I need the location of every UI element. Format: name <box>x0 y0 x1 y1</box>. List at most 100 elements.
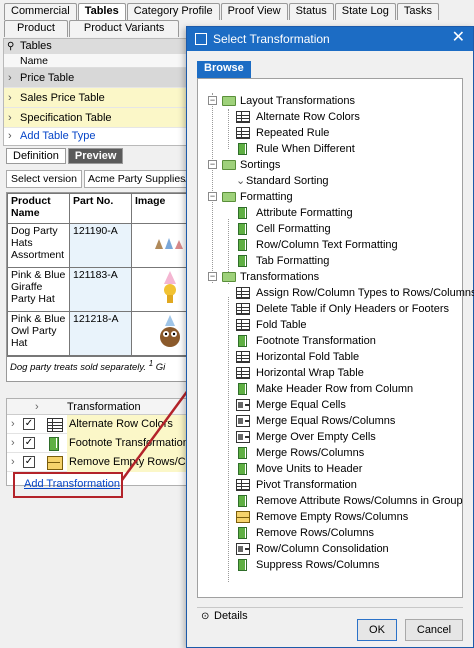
collapse-icon[interactable]: − <box>208 192 217 201</box>
tab-proof-view[interactable]: Proof View <box>220 3 288 20</box>
close-icon[interactable]: ✕ <box>452 29 465 47</box>
tab-preview[interactable]: Preview <box>67 148 124 164</box>
select-transformation-dialog: Select Transformation ✕ Browse − Layout … <box>186 26 474 648</box>
version-select[interactable]: Acme Party Supplies/E <box>83 170 189 188</box>
expand-icon[interactable]: › <box>11 437 15 449</box>
transformation-pivot[interactable]: Pivot Transformation <box>226 477 456 493</box>
dog-hats-image <box>131 223 188 268</box>
transformation-horizontal-fold-table[interactable]: Horizontal Fold Table <box>226 349 456 365</box>
footnote-text-tail: Gi <box>155 362 166 374</box>
group-sortings[interactable]: − Sortings <box>208 157 458 173</box>
transformation-remove-attribute-rows-columns[interactable]: Remove Attribute Rows/Columns in Group <box>226 493 463 509</box>
transformation-make-header-row[interactable]: Make Header Row from Column <box>226 381 456 397</box>
dialog-title: Select Transformation <box>213 32 330 46</box>
transformation-assign-row-column-types[interactable]: Assign Row/Column Types to Rows/Columns <box>226 285 474 301</box>
table-item-label: Sales Price Table <box>20 92 105 104</box>
transformation-footnote[interactable]: Footnote Transformation <box>226 333 456 349</box>
group-layout-transformations[interactable]: − Layout Transformations <box>208 93 458 109</box>
item-label: Merge Rows/Columns <box>256 447 365 459</box>
pin-icon[interactable]: ⚲ <box>7 39 14 54</box>
transformation-move-units-to-header[interactable]: Move Units to Header <box>226 461 456 477</box>
expand-icon[interactable]: › <box>8 68 12 87</box>
transformation-remove-rows-columns[interactable]: Remove Rows/Columns <box>226 525 456 541</box>
grid-icon <box>236 319 250 331</box>
expand-icon[interactable]: › <box>8 108 12 127</box>
transformation-standard-sorting[interactable]: ⌄ Standard Sorting <box>226 173 456 189</box>
transformation-merge-equal-rows-columns[interactable]: Merge Equal Rows/Columns <box>226 413 456 429</box>
transformation-alternate-row-colors[interactable]: Alternate Row Colors <box>226 109 456 125</box>
transformation-merge-rows-columns[interactable]: Merge Rows/Columns <box>226 445 456 461</box>
transformation-fold-table[interactable]: Fold Table <box>226 317 456 333</box>
expand-icon[interactable]: › <box>11 456 15 468</box>
transformation-merge-over-empty-cells[interactable]: Merge Over Empty Cells <box>226 429 456 445</box>
owl-hat-image <box>131 311 188 356</box>
add-table-type-link[interactable]: Add Table Type <box>20 130 95 142</box>
item-label: Merge Equal Cells <box>256 399 346 411</box>
transformation-row-column-consolidation[interactable]: Row/Column Consolidation <box>226 541 456 557</box>
chevron-down-icon[interactable]: ⊙ <box>201 611 209 622</box>
transformation-merge-equal-cells[interactable]: Merge Equal Cells <box>226 397 456 413</box>
enabled-checkbox[interactable]: ✓ <box>23 437 35 449</box>
transformation-row[interactable]: › ✓ Remove Empty Rows/Columns <box>7 453 188 472</box>
tables-column-header: Name <box>4 54 188 68</box>
group-label: Transformations <box>240 271 320 283</box>
ok-button[interactable]: OK <box>357 619 397 641</box>
item-label: Remove Empty Rows/Columns <box>256 511 409 523</box>
column-header: Product Name <box>7 193 70 224</box>
column-icon <box>238 239 247 251</box>
item-label: Merge Over Empty Cells <box>256 431 376 443</box>
tab-category-profile[interactable]: Category Profile <box>126 3 220 20</box>
tab-status[interactable]: Status <box>288 3 334 20</box>
transformation-row[interactable]: › ✓ Footnote Transformation <box>7 434 188 453</box>
column-icon <box>238 255 247 267</box>
tab-tables[interactable]: Tables <box>77 3 126 20</box>
collapse-icon[interactable]: − <box>208 160 217 169</box>
table-item-specification[interactable]: › Specification Table <box>4 108 188 128</box>
transformation-rule-when-different[interactable]: Rule When Different <box>226 141 456 157</box>
group-transformations[interactable]: − Transformations <box>208 269 458 285</box>
item-label: Repeated Rule <box>256 127 330 139</box>
transformation-horizontal-wrap-table[interactable]: Horizontal Wrap Table <box>226 365 456 381</box>
transformation-attribute-formatting[interactable]: Attribute Formatting <box>226 205 456 221</box>
tab-browse[interactable]: Browse <box>197 61 251 78</box>
cancel-button[interactable]: Cancel <box>405 619 463 641</box>
tab-state-log[interactable]: State Log <box>334 3 396 20</box>
top-tab-bar: Commercial Tables Category Profile Proof… <box>4 3 440 20</box>
transformation-suppress-rows-columns[interactable]: Suppress Rows/Columns <box>226 557 456 573</box>
folder-icon <box>222 272 236 282</box>
tab-tasks[interactable]: Tasks <box>396 3 439 20</box>
grid-icon <box>236 303 250 315</box>
collapse-icon[interactable]: − <box>208 96 217 105</box>
transformation-cell-formatting[interactable]: Cell Formatting <box>226 221 456 237</box>
transformation-name: Footnote Transformation <box>67 434 188 453</box>
tab-product-variants[interactable]: Product Variants <box>68 20 180 37</box>
item-label: Attribute Formatting <box>256 207 353 219</box>
table-item-price[interactable]: › Price Table <box>4 68 188 88</box>
folder-icon <box>222 96 236 106</box>
transformation-remove-empty-rows-columns[interactable]: Remove Empty Rows/Columns <box>226 509 456 525</box>
transformation-repeated-rule[interactable]: Repeated Rule <box>226 125 456 141</box>
transformation-row-column-text-formatting[interactable]: Row/Column Text Formatting <box>226 237 456 253</box>
enabled-checkbox[interactable]: ✓ <box>23 456 35 468</box>
tab-commercial[interactable]: Commercial <box>4 3 77 20</box>
collapse-icon[interactable]: − <box>208 272 217 281</box>
column-icon <box>238 335 247 347</box>
group-formatting[interactable]: − Formatting <box>208 189 458 205</box>
table-item-label: Price Table <box>20 72 75 84</box>
transformation-tab-formatting[interactable]: Tab Formatting <box>226 253 456 269</box>
enabled-checkbox[interactable]: ✓ <box>23 418 35 430</box>
transformation-row[interactable]: › ✓ Alternate Row Colors <box>7 415 188 434</box>
transformation-name: Alternate Row Colors <box>67 415 188 434</box>
expand-icon[interactable]: › <box>11 418 15 430</box>
item-label: Remove Attribute Rows/Columns in Group <box>256 495 463 507</box>
tab-product[interactable]: Product <box>4 20 68 37</box>
preview-table: Product Name Part No. Image Dog Party Ha… <box>7 193 188 356</box>
expand-icon[interactable]: › <box>8 88 12 107</box>
tab-definition[interactable]: Definition <box>6 148 66 164</box>
item-label: Remove Rows/Columns <box>256 527 374 539</box>
column-icon <box>238 447 247 459</box>
transformation-delete-table-if-only-headers[interactable]: Delete Table if Only Headers or Footers <box>226 301 462 317</box>
footnote-mark: 1 <box>148 359 154 368</box>
footnote-text: Dog party treats sold separately. <box>10 362 147 374</box>
table-item-sales-price[interactable]: › Sales Price Table <box>4 88 188 108</box>
